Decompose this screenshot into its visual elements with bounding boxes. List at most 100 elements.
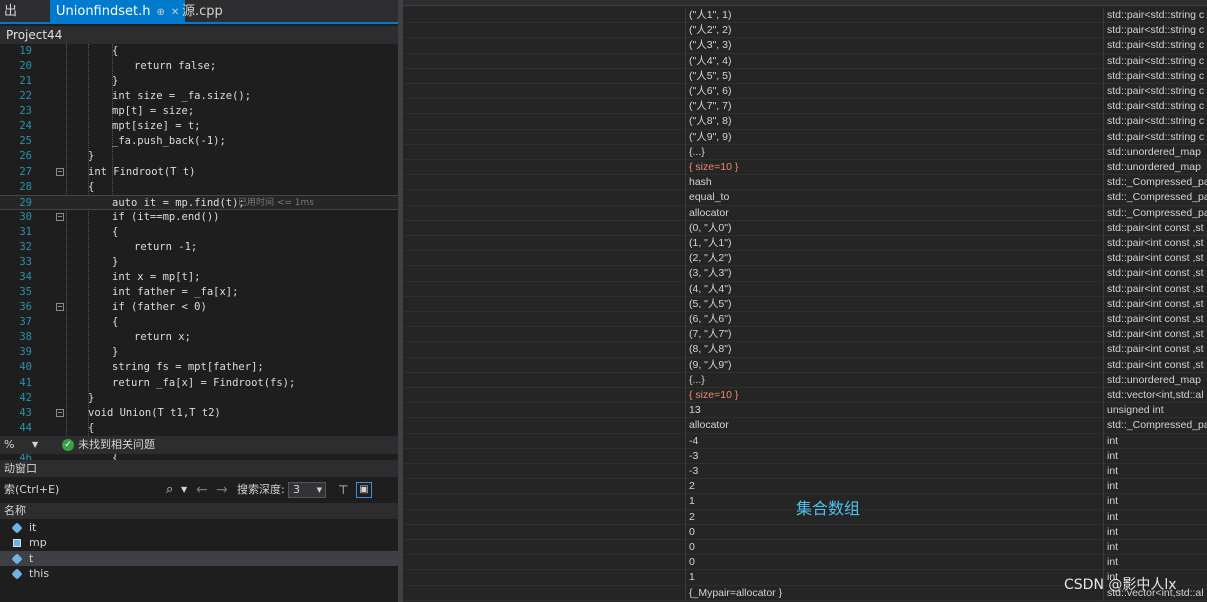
- watch-value[interactable]: -4: [685, 433, 1103, 449]
- watch-row[interactable]: ◢_fa{ size=10 }std::vector<int,std::al: [403, 388, 1207, 404]
- watch-row[interactable]: ▸["人9"]("人9", 9)std::pair<std::string c: [403, 129, 1207, 145]
- watch-value[interactable]: ("人5", 5): [685, 68, 1103, 84]
- watch-value[interactable]: 1: [685, 570, 1103, 586]
- code-line[interactable]: 44 {: [0, 421, 398, 436]
- watch-row[interactable]: ◢mpt{ size=10 }std::unordered_map: [403, 160, 1207, 176]
- watch-row[interactable]: ▸[2](2, "人2")std::pair<int const ,st: [403, 251, 1207, 267]
- watch-value[interactable]: ("人1", 1): [685, 8, 1103, 23]
- code-line[interactable]: 32 return -1;: [0, 240, 398, 255]
- code-editor[interactable]: 19{20 return false; 21} 22 int size = _fa.si…: [0, 44, 398, 464]
- watch-value[interactable]: 1: [685, 494, 1103, 510]
- watch-row[interactable]: ▸["人8"]("人8", 8)std::pair<std::string c: [403, 114, 1207, 130]
- watch-row[interactable]: ▸["人5"]("人5", 5)std::pair<std::string c: [403, 68, 1207, 84]
- watch-value[interactable]: (8, "人8"): [685, 342, 1103, 358]
- code-line[interactable]: 19 {: [0, 44, 398, 59]
- watch-value[interactable]: ("人9", 9): [685, 129, 1103, 145]
- watch-value[interactable]: 2: [685, 509, 1103, 525]
- search-icon[interactable]: ⌕: [166, 480, 173, 500]
- watch-row[interactable]: ▸[9](9, "人9")std::pair<int const ,st: [403, 357, 1207, 373]
- watch-value[interactable]: (2, "人2"): [685, 251, 1103, 267]
- autos-row[interactable]: t: [0, 550, 398, 566]
- code-line[interactable]: 22 int size = _fa.size();: [0, 89, 398, 104]
- watch-value[interactable]: (7, "人7"): [685, 327, 1103, 343]
- search-depth-select[interactable]: 3 ▼: [288, 482, 326, 498]
- code-line[interactable]: 23 mp[t] = size;: [0, 104, 398, 119]
- code-line[interactable]: 20 return false;: [0, 59, 398, 74]
- code-line[interactable]: 29 auto it = mp.find(t); 已用时间 <= 1ms: [0, 194, 398, 210]
- forward-arrow-icon[interactable]: →: [216, 480, 228, 500]
- watch-row[interactable]: ▸[4](4, "人4")std::pair<int const ,st: [403, 281, 1207, 297]
- watch-value[interactable]: 0: [685, 524, 1103, 540]
- code-line[interactable]: 35 int father = _fa[x];: [0, 285, 398, 300]
- watch-row[interactable]: ▸["人2"]("人2", 2)std::pair<std::string c: [403, 23, 1207, 39]
- close-icon[interactable]: ✕: [171, 7, 179, 18]
- tab-source-cpp[interactable]: 源.cpp: [182, 0, 223, 24]
- watch-row[interactable]: ▸["人4"]("人4", 4)std::pair<std::string c: [403, 53, 1207, 69]
- watch-value[interactable]: ("人6", 6): [685, 84, 1103, 99]
- watch-row[interactable]: ▸[6](6, "人6")std::pair<int const ,st: [403, 312, 1207, 328]
- chevron-down-icon[interactable]: ▼: [181, 480, 187, 500]
- tab-unionfindset-h[interactable]: Unionfindset.h ⊕ ✕: [50, 0, 186, 24]
- watch-value[interactable]: allocator: [685, 205, 1103, 221]
- watch-value[interactable]: { size=10 }: [685, 388, 1103, 403]
- watch-row[interactable]: ▸[key_eq]equal_tostd::_Compressed_pa: [403, 190, 1207, 206]
- fold-toggle-icon[interactable]: −: [56, 408, 64, 417]
- watch-value[interactable]: (1, "人1"): [685, 236, 1103, 251]
- watch-row[interactable]: ▸["人7"]("人7", 7)std::pair<std::string c: [403, 99, 1207, 115]
- watch-row[interactable]: [2]-3int: [403, 464, 1207, 480]
- watch-value[interactable]: -3: [685, 448, 1103, 464]
- watch-row[interactable]: ▸[5](5, "人5")std::pair<int const ,st: [403, 296, 1207, 312]
- code-line[interactable]: 26}: [0, 149, 398, 164]
- watch-value[interactable]: allocator: [685, 418, 1103, 434]
- watch-value[interactable]: ("人7", 7): [685, 99, 1103, 115]
- watch-value[interactable]: (3, "人3"): [685, 266, 1103, 282]
- watch-row[interactable]: ▸[原始视图]{...}std::unordered_map: [403, 372, 1207, 388]
- watch-row[interactable]: ▸[8](8, "人8")std::pair<int const ,st: [403, 342, 1207, 358]
- code-line[interactable]: 24 mpt[size] = t;: [0, 119, 398, 134]
- watch-value[interactable]: {...}: [685, 144, 1103, 160]
- watch-row[interactable]: ▸[原始视图]{...}std::unordered_map: [403, 144, 1207, 160]
- code-line[interactable]: 43 − void Union(T t1,T t2): [0, 406, 398, 421]
- autos-row[interactable]: it: [0, 520, 398, 535]
- watch-row[interactable]: ▸["人1"]("人1", 1)std::pair<std::string c: [403, 8, 1207, 24]
- watch-value[interactable]: 13: [685, 403, 1103, 419]
- watch-value[interactable]: hash: [685, 175, 1103, 191]
- chevron-down-icon[interactable]: ▼: [32, 436, 38, 454]
- watch-value[interactable]: { size=10 }: [685, 160, 1103, 175]
- fold-toggle-icon[interactable]: −: [56, 212, 64, 221]
- watch-row[interactable]: ▸[allocator]allocatorstd::_Compressed_pa: [403, 418, 1207, 434]
- watch-row[interactable]: [1]-3int: [403, 448, 1207, 464]
- code-line[interactable]: 30 − if (it==mp.end()): [0, 210, 398, 225]
- watch-row[interactable]: ▸["人6"]("人6", 6)std::pair<std::string c: [403, 84, 1207, 100]
- watch-value[interactable]: ("人3", 3): [685, 38, 1103, 54]
- code-line[interactable]: 41 return _fa[x] = Findroot(fs);: [0, 376, 398, 391]
- watch-value[interactable]: 2: [685, 479, 1103, 495]
- watch-row[interactable]: [3]2int: [403, 479, 1207, 495]
- watch-value[interactable]: (6, "人6"): [685, 312, 1103, 327]
- code-line[interactable]: 28 {: [0, 180, 398, 195]
- code-line[interactable]: 27 − int Findroot(T t): [0, 165, 398, 180]
- code-line[interactable]: 31 {: [0, 225, 398, 240]
- watch-row[interactable]: ▸[0](0, "人0")std::pair<int const ,st: [403, 220, 1207, 236]
- issues-status[interactable]: 未找到相关问题: [78, 436, 155, 454]
- watch-row[interactable]: ▸[1](1, "人1")std::pair<int const ,st: [403, 236, 1207, 252]
- code-line[interactable]: 40 string fs = mpt[father];: [0, 360, 398, 375]
- watch-value[interactable]: 0: [685, 540, 1103, 555]
- watch-value[interactable]: {...}: [685, 372, 1103, 388]
- code-line[interactable]: 38 return x;: [0, 330, 398, 345]
- watch-value[interactable]: (9, "人9"): [685, 357, 1103, 373]
- code-line[interactable]: 25 _fa.push_back(-1);: [0, 134, 398, 149]
- watch-value[interactable]: equal_to: [685, 190, 1103, 206]
- watch-value[interactable]: (5, "人5"): [685, 296, 1103, 312]
- watch-value[interactable]: -3: [685, 464, 1103, 479]
- project-dropdown[interactable]: Project44: [0, 26, 398, 44]
- watch-row[interactable]: [8]0int: [403, 555, 1207, 571]
- watch-value[interactable]: (0, "人0"): [685, 220, 1103, 236]
- watch-row[interactable]: ▸[allocator]allocatorstd::_Compressed_pa: [403, 205, 1207, 221]
- watch-value[interactable]: (4, "人4"): [685, 281, 1103, 297]
- code-line[interactable]: 21}: [0, 74, 398, 89]
- fold-toggle-icon[interactable]: −: [56, 303, 64, 312]
- watch-value[interactable]: {_Mypair=allocator }: [685, 585, 1103, 601]
- watch-value[interactable]: ("人8", 8): [685, 114, 1103, 130]
- watch-row[interactable]: ▸[7](7, "人7")std::pair<int const ,st: [403, 327, 1207, 343]
